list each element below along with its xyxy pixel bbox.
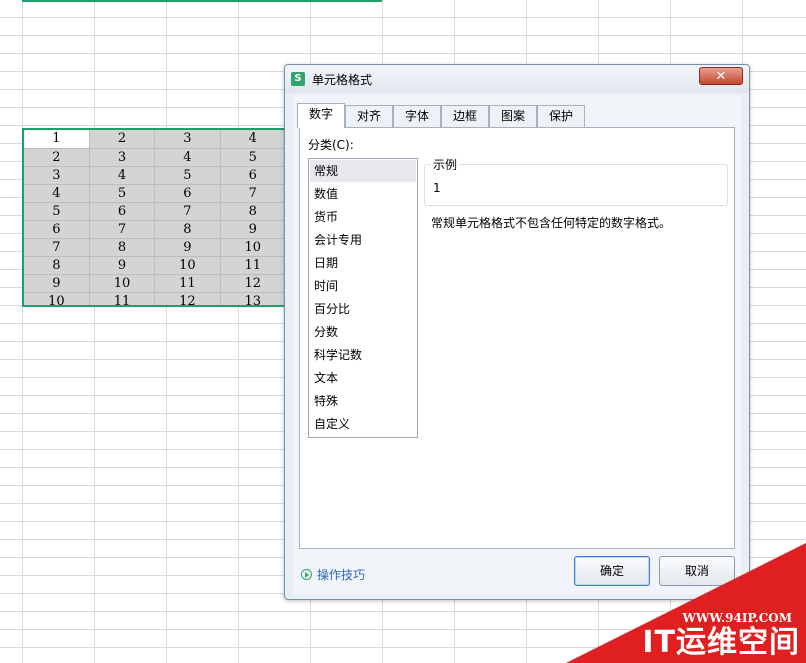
tab-alignment[interactable]: 对齐 xyxy=(345,105,393,127)
cell[interactable]: 2 xyxy=(89,130,156,149)
number-tab-panel: 分类(C): 常规 数值 货币 会计专用 日期 时间 百分比 分数 科学记数 文… xyxy=(299,127,735,549)
cell[interactable]: 3 xyxy=(89,148,156,167)
cell[interactable]: 11 xyxy=(220,256,286,275)
cell[interactable]: 6 xyxy=(154,184,221,203)
category-list[interactable]: 常规 数值 货币 会计专用 日期 时间 百分比 分数 科学记数 文本 特殊 自定… xyxy=(308,158,418,438)
cell[interactable]: 12 xyxy=(154,292,221,305)
table-row[interactable]: 3456 xyxy=(24,166,286,185)
category-date[interactable]: 日期 xyxy=(310,252,416,274)
cell[interactable]: 7 xyxy=(154,202,221,221)
column-selection-indicator xyxy=(22,0,382,2)
dialog-titlebar[interactable]: S 单元格格式 ✕ xyxy=(285,65,749,93)
category-percentage[interactable]: 百分比 xyxy=(310,298,416,320)
watermark: WWW.94IP.COM IT运维空间 xyxy=(566,543,806,663)
tab-border[interactable]: 边框 xyxy=(441,105,489,127)
cell[interactable]: 13 xyxy=(220,292,286,305)
cell[interactable]: 9 xyxy=(24,274,90,293)
cell[interactable]: 4 xyxy=(89,166,156,185)
category-label: 分类(C): xyxy=(308,138,354,152)
category-special[interactable]: 特殊 xyxy=(310,390,416,412)
cell[interactable]: 8 xyxy=(24,256,90,275)
cell[interactable]: 5 xyxy=(24,202,90,221)
cell[interactable]: 3 xyxy=(154,130,221,149)
sample-legend: 示例 xyxy=(431,156,460,173)
category-custom[interactable]: 自定义 xyxy=(310,413,416,435)
cell[interactable]: 5 xyxy=(220,148,286,167)
category-fraction[interactable]: 分数 xyxy=(310,321,416,343)
wps-app-icon: S xyxy=(291,72,305,86)
tab-font[interactable]: 字体 xyxy=(393,105,441,127)
category-scientific[interactable]: 科学记数 xyxy=(310,344,416,366)
category-text[interactable]: 文本 xyxy=(310,367,416,389)
cell[interactable]: 9 xyxy=(154,238,221,257)
cell-table[interactable]: 1 2 3 4 2 3 4 5 3 4 5 6 4 5 6 7 5 6 7 8 6 7 8 9 7 8 9 10 8 9 10 11 9 10 11… xyxy=(24,130,286,305)
cell[interactable]: 8 xyxy=(89,238,156,257)
cell[interactable]: 8 xyxy=(220,202,286,221)
cell[interactable]: 11 xyxy=(154,274,221,293)
close-icon[interactable]: ✕ xyxy=(699,67,743,85)
cell[interactable]: 12 xyxy=(220,274,286,293)
cell[interactable]: 4 xyxy=(220,130,286,149)
cell[interactable]: 9 xyxy=(220,220,286,239)
category-number[interactable]: 数值 xyxy=(310,183,416,205)
table-row[interactable]: 2345 xyxy=(24,148,286,167)
tab-protection[interactable]: 保护 xyxy=(537,105,585,127)
category-accounting[interactable]: 会计专用 xyxy=(310,229,416,251)
cell[interactable]: 8 xyxy=(154,220,221,239)
cell[interactable]: 5 xyxy=(154,166,221,185)
cell[interactable]: 3 xyxy=(24,166,90,185)
cell[interactable]: 2 xyxy=(24,148,90,167)
sample-value: 1 xyxy=(433,181,441,195)
cell[interactable]: 6 xyxy=(24,220,90,239)
cell[interactable]: 7 xyxy=(220,184,286,203)
table-row[interactable]: 9 10 11 12 xyxy=(24,274,286,293)
cell[interactable]: 4 xyxy=(154,148,221,167)
table-row[interactable]: 8 9 10 11 xyxy=(24,256,286,275)
cell[interactable]: 7 xyxy=(89,220,156,239)
sample-group: 示例 1 xyxy=(424,156,728,206)
cell[interactable]: 10 xyxy=(220,238,286,257)
table-row[interactable]: 6789 xyxy=(24,220,286,239)
cell[interactable]: 7 xyxy=(24,238,90,257)
table-row[interactable]: 4567 xyxy=(24,184,286,203)
cell[interactable]: 6 xyxy=(220,166,286,185)
tips-label: 操作技巧 xyxy=(317,568,366,582)
category-time[interactable]: 时间 xyxy=(310,275,416,297)
table-row[interactable]: 1234 xyxy=(24,130,286,149)
play-circle-icon xyxy=(301,569,312,580)
cell[interactable]: 5 xyxy=(89,184,156,203)
dialog-title: 单元格格式 xyxy=(312,73,373,87)
category-currency[interactable]: 货币 xyxy=(310,206,416,228)
table-row[interactable]: 7 8 9 10 xyxy=(24,238,286,257)
table-row[interactable]: 10 11 12 13 xyxy=(24,292,286,305)
cell[interactable]: 6 xyxy=(89,202,156,221)
tips-link[interactable]: 操作技巧 xyxy=(301,566,365,583)
format-description: 常规单元格格式不包含任何特定的数字格式。 xyxy=(431,216,672,230)
cell[interactable]: 4 xyxy=(24,184,90,203)
cell[interactable]: 11 xyxy=(89,292,156,305)
table-row[interactable]: 5678 xyxy=(24,202,286,221)
category-general[interactable]: 常规 xyxy=(310,160,416,182)
tab-pattern[interactable]: 图案 xyxy=(489,105,537,127)
cell[interactable]: 10 xyxy=(24,292,90,305)
watermark-brand: IT运维空间 xyxy=(642,625,800,660)
cell[interactable]: 1 xyxy=(24,130,90,149)
format-cells-dialog: S 单元格格式 ✕ 数字 对齐 字体 边框 图案 保护 分类(C): 常规 数值… xyxy=(284,64,750,600)
cell[interactable]: 9 xyxy=(89,256,156,275)
cell[interactable]: 10 xyxy=(154,256,221,275)
selected-range[interactable]: 1 2 3 4 2 3 4 5 3 4 5 6 4 5 6 7 5 6 7 8 6 7 8 9 7 8 9 10 8 9 10 11 9 10 11… xyxy=(22,128,288,307)
tab-number[interactable]: 数字 xyxy=(297,103,345,128)
cell[interactable]: 10 xyxy=(89,274,156,293)
